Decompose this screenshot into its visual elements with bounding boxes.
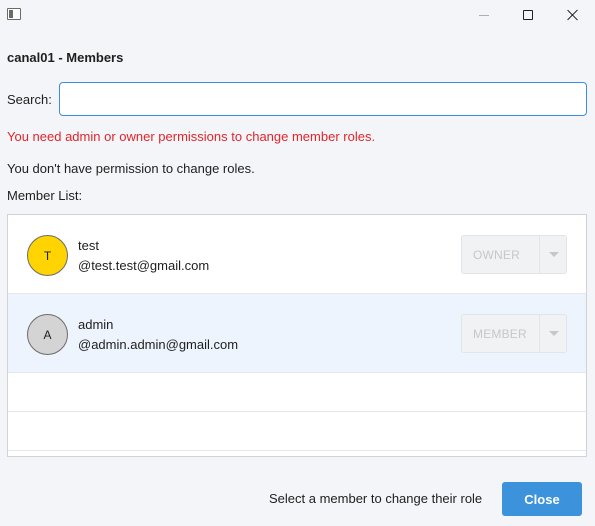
avatar: A	[27, 314, 68, 355]
member-email: @admin.admin@gmail.com	[78, 337, 239, 352]
member-name: test	[78, 238, 99, 253]
role-select-value: MEMBER	[473, 327, 527, 341]
permission-info-message: You don't have permission to change role…	[7, 161, 255, 176]
dialog-title: canal01 - Members	[7, 50, 124, 65]
maximize-button[interactable]	[505, 0, 551, 30]
role-select-divider	[539, 315, 540, 352]
permission-error-message: You need admin or owner permissions to c…	[7, 129, 376, 144]
minimize-icon	[479, 14, 489, 16]
role-select-value: OWNER	[473, 248, 520, 262]
title-bar	[0, 0, 595, 30]
member-email: @test.test@gmail.com	[78, 258, 210, 273]
empty-list-row	[8, 373, 586, 412]
chevron-down-icon	[549, 252, 559, 257]
search-input[interactable]	[59, 82, 587, 116]
role-select-divider	[539, 236, 540, 273]
search-label: Search:	[7, 92, 52, 107]
empty-list-row	[8, 412, 586, 451]
close-icon	[566, 9, 578, 21]
footer-hint: Select a member to change their role	[269, 491, 483, 506]
member-row[interactable]: T test @test.test@gmail.com OWNER	[8, 215, 586, 294]
maximize-icon	[523, 10, 533, 20]
chevron-down-icon	[549, 331, 559, 336]
member-name: admin	[78, 317, 114, 332]
member-list-label: Member List:	[7, 188, 83, 203]
role-select: OWNER	[461, 235, 567, 274]
close-button[interactable]: Close	[502, 482, 582, 516]
member-row[interactable]: A admin @admin.admin@gmail.com MEMBER	[8, 294, 586, 373]
window-close-button[interactable]	[549, 0, 595, 30]
minimize-button[interactable]	[461, 0, 507, 30]
app-window-icon	[7, 8, 21, 20]
avatar: T	[27, 235, 68, 276]
role-select: MEMBER	[461, 314, 567, 353]
member-list[interactable]: T test @test.test@gmail.com OWNER A admi…	[7, 214, 587, 457]
